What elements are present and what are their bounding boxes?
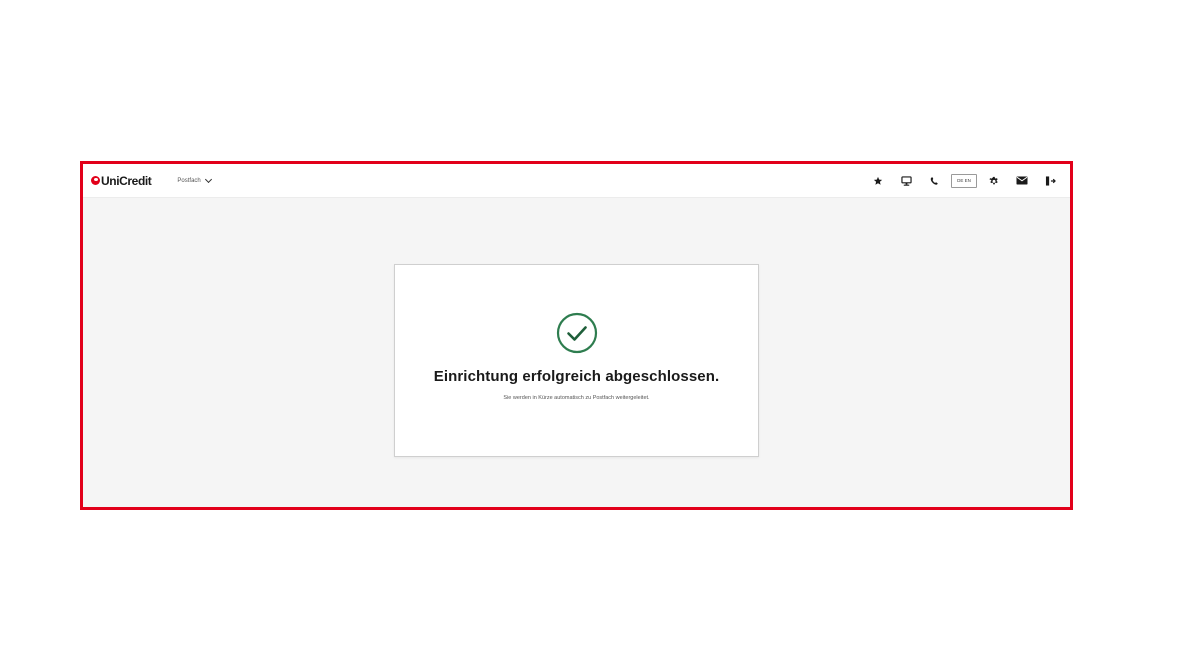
dropdown-label: Postfach: [177, 177, 201, 184]
language-selector[interactable]: DE EN: [951, 173, 977, 188]
account-dropdown[interactable]: Postfach: [177, 175, 212, 184]
star-icon: [873, 176, 883, 185]
highlight-frame: UniCredit Postfach DE EN Einrichtung erf…: [80, 161, 1073, 510]
check-circle-icon: [556, 312, 597, 354]
unicredit-logo[interactable]: UniCredit: [91, 173, 152, 188]
logout-button[interactable]: [1036, 172, 1064, 190]
language-selector-label: DE EN: [957, 178, 971, 183]
logout-icon: [1045, 175, 1056, 186]
top-navigation-bar: UniCredit Postfach DE EN: [83, 164, 1070, 198]
success-title: Einrichtung erfolgreich abgeschlossen.: [433, 368, 720, 385]
settings-button[interactable]: [980, 172, 1008, 190]
chevron-down-icon: [204, 175, 212, 183]
gear-icon: [989, 176, 998, 184]
unicredit-logo-mark-icon: [91, 176, 100, 185]
logo-text: UniCredit: [101, 173, 152, 188]
screen-button[interactable]: [892, 172, 920, 190]
monitor-icon: [900, 175, 912, 186]
redirect-message: Sie werden in Kürze automatisch zu Postf…: [503, 395, 650, 401]
phone-icon: [930, 176, 938, 185]
messages-button[interactable]: [1008, 172, 1036, 190]
mail-icon: [1016, 176, 1028, 185]
phone-button[interactable]: [920, 172, 948, 190]
success-card: Einrichtung erfolgreich abgeschlossen. S…: [394, 264, 759, 457]
favorites-button[interactable]: [864, 172, 892, 190]
header-actions: DE EN: [864, 172, 1064, 190]
